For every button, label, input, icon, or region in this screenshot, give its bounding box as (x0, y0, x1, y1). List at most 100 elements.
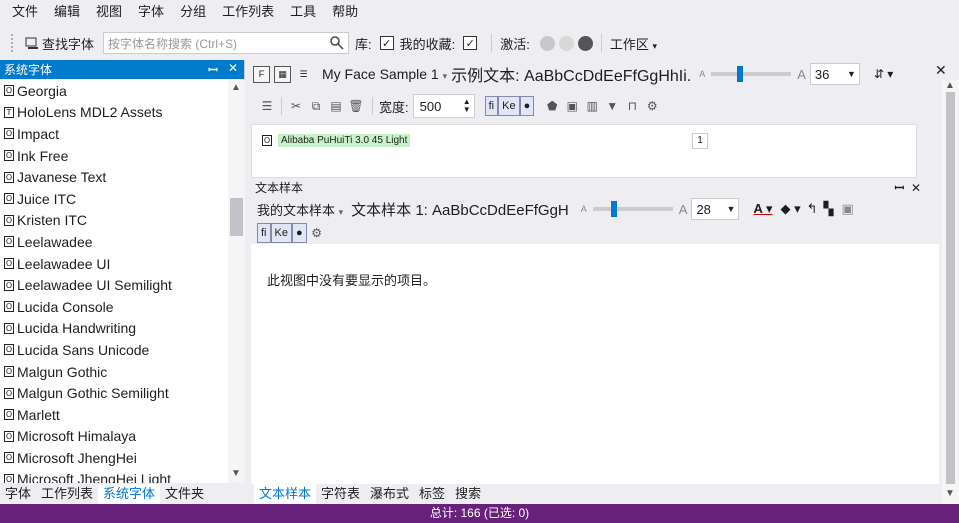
tab-tags[interactable]: 标签 (414, 484, 450, 504)
text-box-icon[interactable]: ▣ (842, 201, 854, 217)
slider-knob[interactable] (737, 66, 744, 82)
scroll-up-icon[interactable]: ▲ (231, 82, 241, 93)
delete-icon[interactable]: 🗑 (346, 96, 366, 116)
font-list-item[interactable]: O Microsoft Himalaya (0, 426, 228, 448)
menu-font[interactable]: 字体 (130, 0, 172, 24)
pin-icon[interactable]: ꟷ (208, 61, 218, 78)
tab-system-fonts[interactable]: 系统字体 (98, 484, 161, 504)
slider-knob[interactable] (610, 201, 617, 217)
color-toggle[interactable]: ● (291, 223, 307, 243)
menu-worklist[interactable]: 工作列表 (214, 0, 282, 24)
font-list-item[interactable]: O Malgun Gothic (0, 361, 228, 383)
doc-size-slider[interactable] (592, 201, 673, 217)
list-view-icon[interactable]: ☰ (295, 66, 312, 83)
menu-group[interactable]: 分组 (172, 0, 214, 24)
scrollbar-thumb[interactable] (230, 198, 243, 236)
toolbar-grip[interactable] (10, 33, 14, 53)
sample-text-field[interactable]: 示例文本: AaBbCcDdEeFfGgHhIi. (451, 62, 691, 86)
tab-fonts[interactable]: 字体 (0, 484, 36, 504)
tab-text-sample[interactable]: 文本样本 (254, 484, 317, 504)
font-face-toggle-icon[interactable]: F (253, 65, 270, 83)
search-placeholder: 按字体名称搜索 (Ctrl+S) (108, 36, 238, 51)
font-list-item[interactable]: O Marlett (0, 404, 228, 426)
scroll-down-icon[interactable]: ▼ (231, 468, 241, 479)
close-icon[interactable]: ✕ (911, 181, 921, 195)
tab-char-map[interactable]: 字符表 (316, 484, 365, 504)
color-toggle[interactable]: ● (519, 96, 535, 116)
grid-view-icon[interactable]: ▦ (274, 65, 291, 83)
font-list-item[interactable]: O Kristen ITC (0, 210, 228, 232)
tag-icon[interactable]: ⬟ (542, 96, 562, 116)
font-list-item[interactable]: O Leelawadee UI (0, 253, 228, 275)
rotate-icon[interactable]: ↰ (807, 201, 818, 217)
line-spacing-icon[interactable]: ⇵ ▾ (874, 67, 893, 81)
tab-waterfall[interactable]: 瀑布式 (365, 484, 414, 504)
font-list-item[interactable]: O Leelawadee UI Semilight (0, 274, 228, 296)
list-icon[interactable]: ☰ (257, 96, 277, 116)
sample-selector[interactable]: 我的文本样本 ▾ (257, 200, 343, 219)
activate-dot-1[interactable] (539, 35, 555, 51)
font-sample-card[interactable]: O Alibaba PuHuiTi 3.0 45 Light 1 (251, 124, 917, 178)
kerning-toggle[interactable]: Ke (270, 223, 292, 243)
cut-icon[interactable]: ✂ (286, 96, 306, 116)
font-list-item[interactable]: T HoloLens MDL2 Assets (0, 102, 228, 124)
kerning-toggle[interactable]: Ke (498, 96, 520, 116)
compare-icon[interactable]: ⊓ (622, 96, 642, 116)
scrollbar-thumb[interactable] (946, 92, 955, 484)
sample-name-dropdown[interactable]: My Face Sample 1 ▾ (322, 66, 447, 82)
align-icon[interactable]: ▚ (824, 201, 834, 217)
stepper-icon[interactable]: ▲ ▼ (463, 98, 474, 114)
search-options-icon[interactable] (329, 35, 345, 51)
font-list-item[interactable]: O Lucida Console (0, 296, 228, 318)
close-icon[interactable]: ✕ (228, 61, 238, 78)
font-list-item[interactable]: O Juice ITC (0, 188, 228, 210)
font-list-item[interactable]: O Javanese Text (0, 166, 228, 188)
copy-icon[interactable]: ⧉ (306, 96, 326, 116)
font-list-item[interactable]: O Leelawadee (0, 231, 228, 253)
font-list-item[interactable]: O Microsoft JhengHei (0, 447, 228, 469)
filter-icon[interactable]: ▼ (602, 96, 622, 116)
close-icon[interactable]: ✕ (935, 62, 947, 79)
tab-worklist[interactable]: 工作列表 (36, 484, 98, 504)
doc-sample-text[interactable]: 文本样本 1: AaBbCcDdEeFfGgH (351, 199, 569, 220)
pin-icon[interactable]: ꟷ (894, 181, 904, 195)
menu-help[interactable]: 帮助 (324, 0, 366, 24)
menu-tools[interactable]: 工具 (282, 0, 324, 24)
tab-search[interactable]: 搜索 (450, 484, 486, 504)
doc-size-combo[interactable]: 28 ▼ (691, 198, 740, 220)
font-list-item[interactable]: O Lucida Handwriting (0, 318, 228, 340)
settings-icon[interactable]: ⚙ (307, 223, 327, 243)
font-list-scrollbar[interactable]: ▲ ▼ (228, 80, 245, 483)
find-font-button[interactable]: 查找字体 (22, 32, 97, 54)
font-size-slider[interactable] (711, 66, 792, 82)
menu-edit[interactable]: 编辑 (46, 0, 88, 24)
font-search-input[interactable]: 按字体名称搜索 (Ctrl+S) (103, 32, 350, 54)
activate-dot-3[interactable] (577, 35, 593, 51)
text-style-icon[interactable]: ▥ (582, 96, 602, 116)
font-list-item[interactable]: O Ink Free (0, 145, 228, 167)
width-input[interactable]: 500 ▲ ▼ (412, 94, 475, 118)
menu-view[interactable]: 视图 (88, 0, 130, 24)
scroll-up-icon[interactable]: ▲ (945, 80, 955, 91)
settings-icon[interactable]: ⚙ (642, 96, 662, 116)
tab-folders[interactable]: 文件夹 (160, 484, 209, 504)
font-name: Ink Free (17, 147, 69, 164)
font-list-item[interactable]: O Malgun Gothic Semilight (0, 382, 228, 404)
library-checkbox[interactable]: ✓ (379, 36, 394, 50)
favorites-checkbox[interactable]: ✓ (463, 36, 478, 50)
font-list-item[interactable]: O Georgia (0, 80, 228, 102)
text-box-icon[interactable]: ▣ (562, 96, 582, 116)
ligature-toggle[interactable]: fi (257, 223, 271, 243)
workspace-button[interactable]: 工作区 ▾ (610, 34, 657, 53)
font-list-item[interactable]: O Impact (0, 123, 228, 145)
activate-dot-2[interactable] (558, 35, 574, 51)
text-color-icon[interactable]: A ▾ (753, 201, 772, 217)
fill-color-icon[interactable]: ◆ ▾ (780, 201, 800, 217)
ligature-toggle[interactable]: fi (484, 96, 499, 116)
font-list-item[interactable]: O Microsoft JhengHei Light (0, 469, 228, 483)
main-scrollbar[interactable]: ▲ ▼ (942, 80, 959, 504)
font-list-item[interactable]: O Lucida Sans Unicode (0, 339, 228, 361)
menu-file[interactable]: 文件 (4, 0, 46, 24)
paste-icon[interactable]: ▤ (326, 96, 346, 116)
font-size-combo[interactable]: 36 ▼ (809, 63, 860, 85)
